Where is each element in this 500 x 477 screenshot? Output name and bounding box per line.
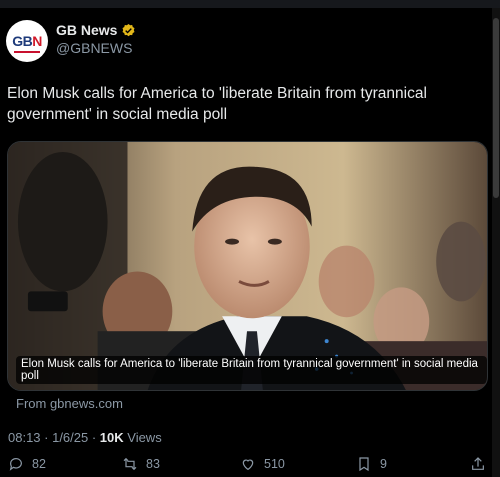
bookmark-icon [359,457,369,472]
link-card[interactable]: Elon Musk calls for America to 'liberate… [7,141,488,391]
views-count: 10K [99,430,124,445]
account-handle[interactable]: @GBNEWS [56,40,132,56]
reply-icon [9,458,22,471]
card-caption: Elon Musk calls for America to 'liberate… [16,356,487,384]
article-photo [8,142,487,390]
share-icon [472,457,484,470]
action-bar: 82 83 510 9 [0,456,500,476]
account-name[interactable]: GB News [56,22,117,38]
bookmark-button[interactable]: 9 [356,456,387,472]
top-bar [0,0,500,8]
like-button[interactable]: 510 [240,456,285,472]
tweet-timestamp[interactable]: 08:13 · 1/6/25 · [8,430,100,445]
share-button[interactable] [470,456,486,472]
tweet-text: Elon Musk calls for America to 'liberate… [7,85,427,123]
avatar[interactable]: GBN [6,20,48,62]
verified-badge-icon [122,23,135,36]
bookmark-count: 9 [380,457,387,471]
reply-count: 82 [32,457,46,471]
heart-icon [242,459,254,471]
scrollbar[interactable] [492,8,500,477]
gb-news-logo: GBN [12,33,42,49]
tweet-meta: 08:13 · 1/6/25 · 10K Views [8,430,162,445]
card-source-link[interactable]: From gbnews.com [16,396,123,411]
reply-button[interactable]: 82 [8,456,46,472]
scroll-thumb[interactable] [493,18,499,198]
like-count: 510 [264,457,285,471]
logo-underline [14,51,40,53]
views-label: Views [123,430,162,445]
repost-count: 83 [146,457,160,471]
repost-button[interactable]: 83 [122,456,160,472]
repost-icon [123,457,137,471]
